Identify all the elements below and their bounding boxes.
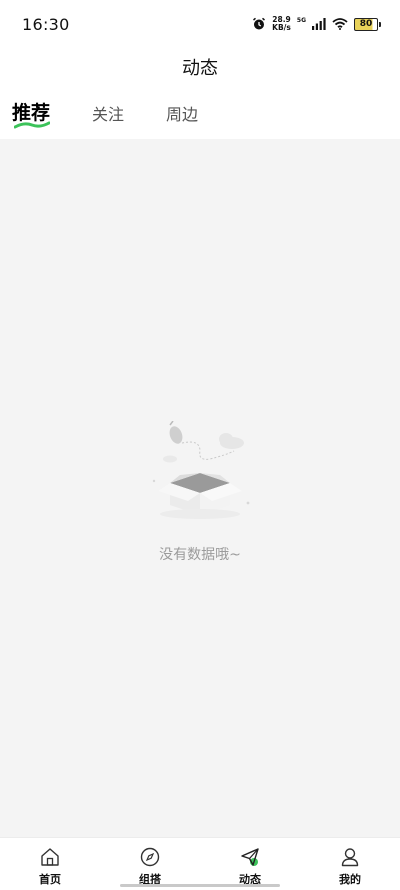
page-title: 动态 xyxy=(182,58,218,79)
tab-following[interactable]: 关注 xyxy=(92,101,124,129)
empty-state-text: 没有数据哦~ xyxy=(159,547,241,563)
tabbar-item-group[interactable]: 组搭 xyxy=(100,838,200,890)
tab-label: 关注 xyxy=(92,105,125,124)
wifi-icon xyxy=(332,18,348,30)
bottom-tab-bar: 首页 组搭 动态 我的 xyxy=(0,837,400,890)
feed-content[interactable]: 没有数据哦~ xyxy=(0,139,400,837)
status-time: 16:30 xyxy=(22,14,70,34)
battery-icon: 80 xyxy=(354,17,381,31)
feed-tabs: 推荐 关注 周边 xyxy=(12,98,240,129)
net-speed-unit: KB/s xyxy=(272,23,291,32)
home-icon xyxy=(41,848,59,866)
tabbar-label: 首页 xyxy=(39,873,61,886)
tabbar-item-home[interactable]: 首页 xyxy=(0,838,100,890)
alarm-icon xyxy=(253,17,266,30)
paper-plane-icon xyxy=(241,848,259,866)
active-tab-indicator xyxy=(14,121,50,129)
tabbar-label: 我的 xyxy=(339,873,361,886)
tabbar-item-mine[interactable]: 我的 xyxy=(300,838,400,890)
battery-level: 80 xyxy=(359,18,373,29)
compass-icon xyxy=(140,847,160,867)
network-speed: 28.9 KB/s xyxy=(272,16,291,32)
status-icons: 28.9 KB/s 5G 80 xyxy=(252,16,381,32)
network-type: 5G xyxy=(296,16,306,24)
status-bar: 16:30 28.9 KB/s 5G 80 xyxy=(0,0,400,48)
empty-box-illustration xyxy=(152,421,250,519)
tab-recommend[interactable]: 推荐 xyxy=(12,98,50,129)
tab-label: 周边 xyxy=(166,105,199,124)
tabbar-item-feed[interactable]: 动态 xyxy=(200,838,300,890)
profile-icon xyxy=(341,848,359,867)
tab-nearby[interactable]: 周边 xyxy=(166,101,198,129)
signal-icon xyxy=(312,18,326,30)
home-indicator[interactable] xyxy=(120,884,280,887)
